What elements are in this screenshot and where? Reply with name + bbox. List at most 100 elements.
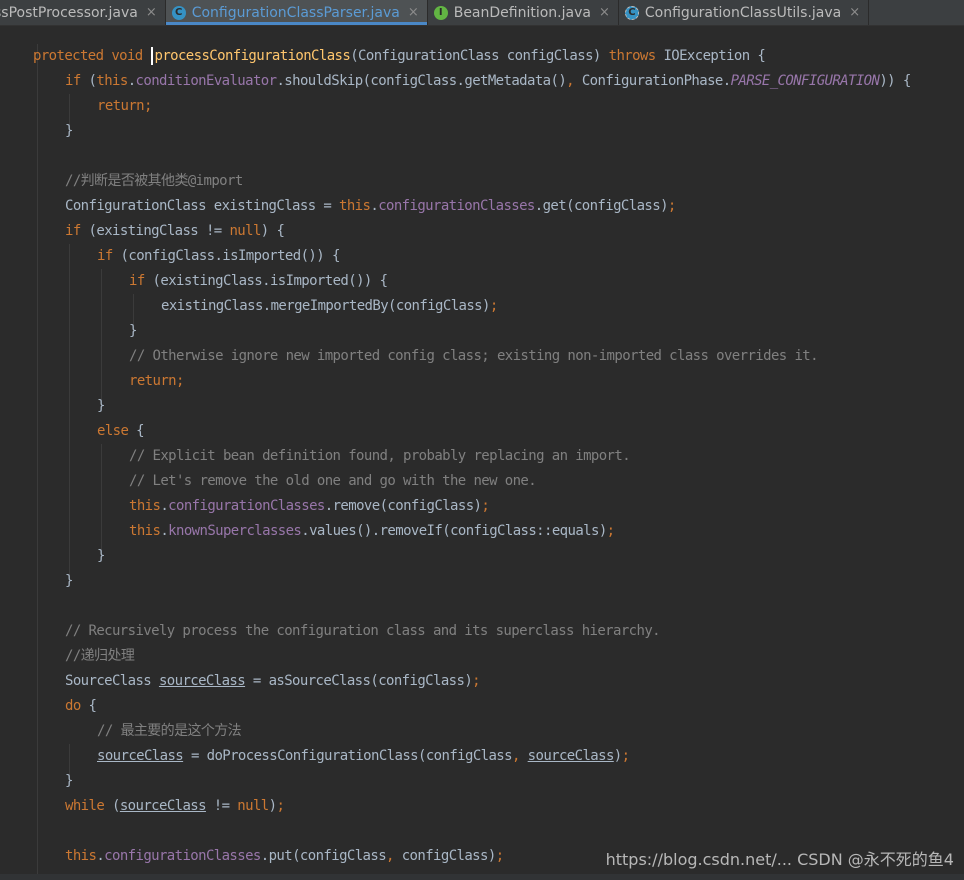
dot: . [160, 523, 169, 539]
tab-configuration-class-utils[interactable]: C ConfigurationClassUtils.java × [619, 0, 870, 25]
expression: existingClass != [96, 223, 230, 239]
method-name: processConfigurationClass [154, 48, 351, 64]
keyword: else [97, 423, 129, 439]
paren: ) [887, 73, 896, 89]
field: configurationClasses [104, 848, 261, 864]
indent-guide [101, 444, 102, 559]
code-line: } [129, 319, 137, 344]
argument: configClass [387, 498, 474, 514]
type-name: SourceClass [65, 673, 159, 689]
paren: () [356, 523, 372, 539]
keyword: null [229, 223, 261, 239]
keyword: if [97, 248, 113, 264]
semicolon: ; [175, 373, 184, 389]
paren: ) [660, 198, 668, 214]
paren: ( [112, 798, 120, 814]
code-line: return; [97, 94, 152, 119]
keyword: if [65, 223, 81, 239]
field: configurationClasses [168, 498, 325, 514]
brace: { [902, 73, 911, 89]
code-line: // Recursively process the configuration… [65, 619, 661, 644]
paren: ) [482, 298, 490, 314]
code-editor[interactable]: protected void processConfigurationClass… [0, 26, 964, 880]
class-icon: C [171, 5, 186, 20]
code-line: existingClass.mergeImportedBy(configClas… [161, 294, 498, 319]
comma: , [386, 848, 394, 864]
tab-bean-definition[interactable]: I BeanDefinition.java × [428, 0, 619, 25]
code-line: if (existingClass.isImported()) { [129, 269, 388, 294]
brace: } [65, 573, 73, 589]
status-strip [0, 874, 964, 880]
code-line: } [97, 394, 105, 419]
keyword: return [129, 373, 177, 389]
close-icon[interactable]: × [408, 5, 419, 20]
method-call: .get [534, 198, 567, 214]
paren: ( [442, 523, 451, 539]
keyword: this [129, 498, 161, 514]
brace: } [65, 123, 73, 139]
code-line: // 最主要的是这个方法 [97, 719, 242, 744]
comment: // 最主要的是这个方法 [97, 723, 242, 739]
brace: } [65, 773, 73, 789]
dot: . [96, 848, 105, 864]
variable: sourceClass [158, 673, 246, 689]
argument: configClass.getMetadata [370, 73, 551, 89]
paren: ( [292, 848, 300, 864]
code-line: while (sourceClass != null); [65, 794, 285, 819]
argument: configClass::equals [450, 523, 599, 539]
paren: ) [363, 273, 372, 289]
variable: sourceClass [119, 798, 207, 814]
code-line: } [65, 769, 73, 794]
code-line: } [65, 569, 73, 594]
constant: PARSE_CONFIGURATION [730, 73, 880, 89]
code-line: return; [129, 369, 184, 394]
keyword: void [111, 48, 143, 64]
interface-icon: I [433, 5, 448, 20]
close-icon[interactable]: × [599, 5, 610, 20]
indent-guide [101, 269, 102, 409]
exception-type: IOException [663, 48, 750, 64]
params: ConfigurationClass configClass [358, 48, 593, 64]
brace: { [276, 223, 285, 239]
field: configurationClasses [378, 198, 535, 214]
method-call: existingClass.mergeImportedBy [161, 298, 389, 314]
argument: configClass [425, 748, 513, 764]
watermark: https://blog.csdn.net/... CSDN @永不死的鱼4 [605, 850, 954, 869]
indent-guide [69, 244, 70, 584]
code-line: } [97, 544, 105, 569]
method-call: .put [260, 848, 293, 864]
code-line: } [65, 119, 73, 144]
paren: ) [592, 48, 601, 64]
field: conditionEvaluator [135, 73, 278, 89]
argument: configClass [299, 848, 387, 864]
paren: ) [316, 248, 325, 264]
assignment: = doProcessConfigurationClass [183, 748, 419, 764]
brace: } [97, 548, 105, 564]
comment: //递归处理 [65, 648, 135, 664]
close-icon[interactable]: × [146, 5, 157, 20]
code-line: protected void processConfigurationClass… [33, 44, 766, 69]
variable: sourceClass [97, 748, 184, 764]
paren: ( [370, 673, 379, 689]
brace: { [331, 248, 340, 264]
code-line: this.configurationClasses.remove(configC… [129, 494, 490, 519]
code-line: // Explicit bean definition found, proba… [129, 444, 631, 469]
paren: ) [613, 748, 622, 764]
code-line: this.knownSuperclasses.values().removeIf… [129, 519, 615, 544]
semicolon: ; [489, 298, 498, 314]
comma: , [511, 748, 520, 764]
code-line: //判断是否被其他类@import [65, 169, 243, 194]
field: knownSuperclasses [168, 523, 302, 539]
tab-configuration-class-parser[interactable]: C ConfigurationClassParser.java × [165, 0, 428, 25]
code-line: if (configClass.isImported()) { [97, 244, 340, 269]
code-line: // Otherwise ignore new imported config … [129, 344, 819, 369]
argument: configClass [393, 848, 489, 864]
tab-label: ssPostProcessor.java [0, 4, 138, 21]
paren: ( [418, 748, 426, 764]
comment: //判断是否被其他类@import [65, 173, 243, 189]
close-icon[interactable]: × [849, 5, 860, 20]
tab-ssPostProcessor[interactable]: ssPostProcessor.java × [0, 0, 166, 25]
paren: ) [464, 673, 473, 689]
editor-tab-bar: ssPostProcessor.java × C ConfigurationCl… [0, 0, 964, 26]
